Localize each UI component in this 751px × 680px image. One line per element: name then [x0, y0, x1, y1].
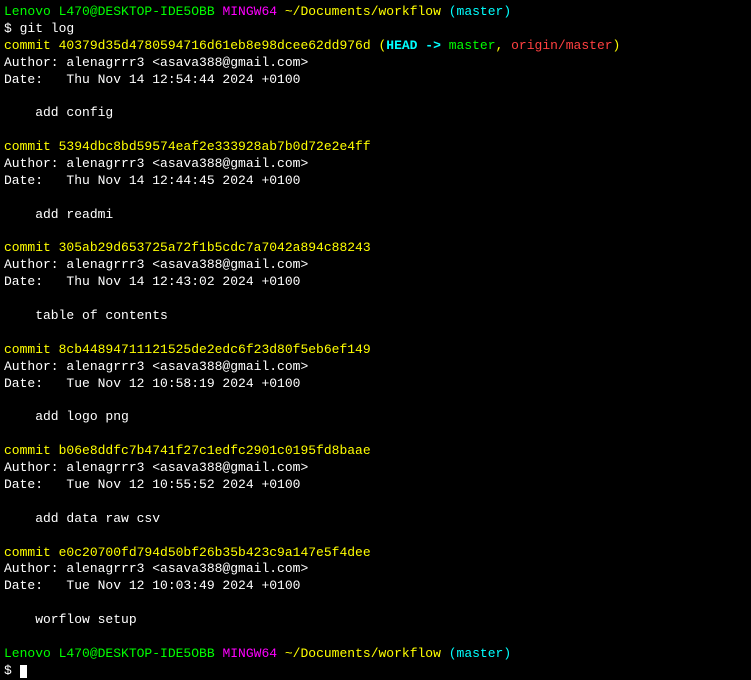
commit-hash-line: commit e0c20700fd794d50bf26b35b423c9a147…	[4, 545, 747, 562]
commit-date: Date: Tue Nov 12 10:58:19 2024 +0100	[4, 376, 747, 393]
blank-line	[4, 494, 747, 511]
commit-author: Author: alenagrrr3 <asava388@gmail.com>	[4, 55, 747, 72]
commit-date: Date: Thu Nov 14 12:44:45 2024 +0100	[4, 173, 747, 190]
paren-close: )	[613, 38, 621, 53]
env-label: MINGW64	[222, 4, 277, 19]
commit-hash: commit 40379d35d4780594716d61eb8e98dcee6…	[4, 38, 371, 53]
commit-author: Author: alenagrrr3 <asava388@gmail.com>	[4, 257, 747, 274]
commit-message: table of contents	[4, 308, 747, 325]
commit-date: Date: Tue Nov 12 10:03:49 2024 +0100	[4, 578, 747, 595]
blank-line	[4, 595, 747, 612]
commit-date: Date: Tue Nov 12 10:55:52 2024 +0100	[4, 477, 747, 494]
command-line: $ git log	[4, 21, 747, 38]
commit-hash-line: commit 5394dbc8bd59574eaf2e333928ab7b0d7…	[4, 139, 747, 156]
terminal-output[interactable]: Lenovo L470@DESKTOP-IDE5OBB MINGW64 ~/Do…	[4, 4, 747, 680]
prompt-line-1: Lenovo L470@DESKTOP-IDE5OBB MINGW64 ~/Do…	[4, 4, 747, 21]
blank-line	[4, 224, 747, 241]
path-label: ~/Documents/workflow	[285, 4, 441, 19]
blank-line	[4, 392, 747, 409]
commit-message: add data raw csv	[4, 511, 747, 528]
commit-date: Date: Thu Nov 14 12:54:44 2024 +0100	[4, 72, 747, 89]
branch-label: (master)	[449, 4, 511, 19]
prompt-dollar: $	[4, 663, 20, 678]
blank-line	[4, 325, 747, 342]
blank-line	[4, 629, 747, 646]
commit-hash-line: commit b06e8ddfc7b4741f27c1edfc2901c0195…	[4, 443, 747, 460]
blank-line	[4, 426, 747, 443]
prompt-input-line[interactable]: $	[4, 663, 747, 680]
blank-line	[4, 88, 747, 105]
commit-message: add config	[4, 105, 747, 122]
commit-message: add logo png	[4, 409, 747, 426]
commit-author: Author: alenagrrr3 <asava388@gmail.com>	[4, 460, 747, 477]
head-ref: HEAD ->	[386, 38, 448, 53]
prompt-line-2: Lenovo L470@DESKTOP-IDE5OBB MINGW64 ~/Do…	[4, 646, 747, 663]
commit-author: Author: alenagrrr3 <asava388@gmail.com>	[4, 156, 747, 173]
blank-line	[4, 291, 747, 308]
blank-line	[4, 122, 747, 139]
paren-open: (	[371, 38, 387, 53]
branch-label: (master)	[449, 646, 511, 661]
commit-hash-line: commit 40379d35d4780594716d61eb8e98dcee6…	[4, 38, 747, 55]
commit-hash-line: commit 305ab29d653725a72f1b5cdc7a7042a89…	[4, 240, 747, 257]
user-host: Lenovo L470@DESKTOP-IDE5OBB	[4, 4, 215, 19]
env-label: MINGW64	[222, 646, 277, 661]
head-branch: master	[449, 38, 496, 53]
path-label: ~/Documents/workflow	[285, 646, 441, 661]
ref-sep: ,	[496, 38, 512, 53]
blank-line	[4, 528, 747, 545]
commit-hash-line: commit 8cb44894711121525de2edc6f23d80f5e…	[4, 342, 747, 359]
remote-ref: origin/master	[511, 38, 612, 53]
commit-message: worflow setup	[4, 612, 747, 629]
blank-line	[4, 190, 747, 207]
cursor	[20, 665, 27, 678]
commit-message: add readmi	[4, 207, 747, 224]
commit-date: Date: Thu Nov 14 12:43:02 2024 +0100	[4, 274, 747, 291]
user-host: Lenovo L470@DESKTOP-IDE5OBB	[4, 646, 215, 661]
commit-author: Author: alenagrrr3 <asava388@gmail.com>	[4, 359, 747, 376]
